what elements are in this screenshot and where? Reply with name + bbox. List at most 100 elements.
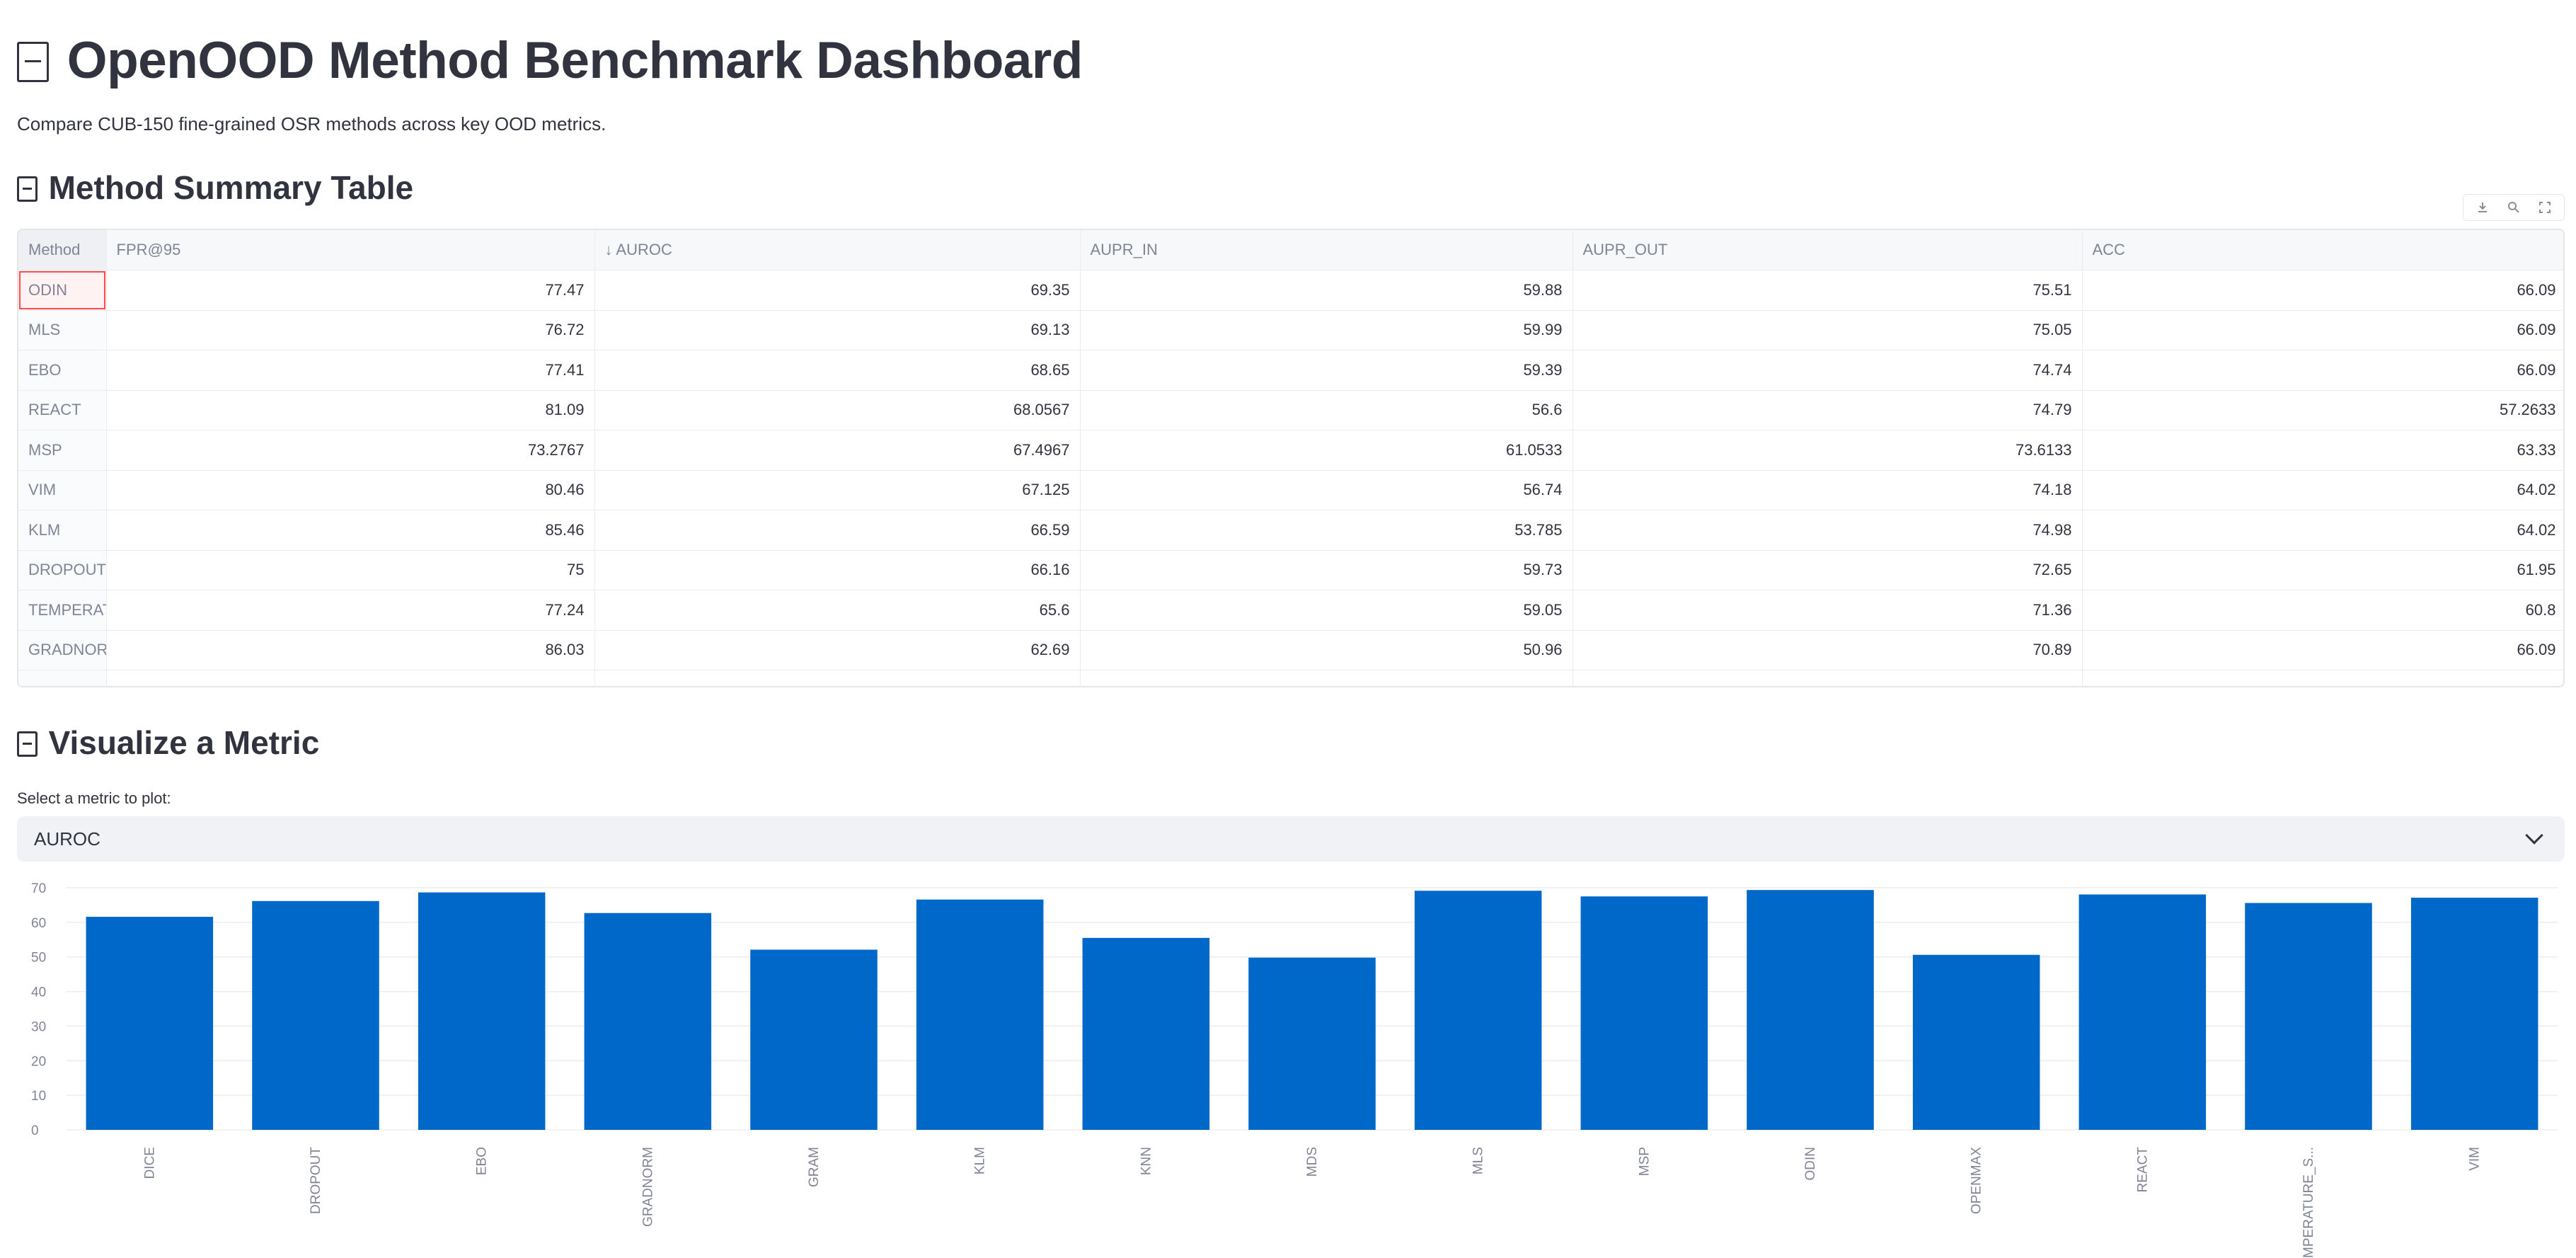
cell-method[interactable]: REACT xyxy=(18,390,107,430)
search-icon[interactable] xyxy=(2502,197,2526,218)
cell-aupr-in[interactable]: 59.99 xyxy=(1080,310,1573,350)
cell-method[interactable]: VIM xyxy=(18,470,107,510)
cell-fpr95[interactable]: 86.03 xyxy=(106,630,595,670)
cell-aupr-in[interactable]: 59.39 xyxy=(1080,350,1573,391)
cell-method[interactable]: DROPOUT xyxy=(18,550,107,590)
col-header-fpr95[interactable]: FPR@95 xyxy=(106,230,595,270)
bar xyxy=(2245,903,2372,1130)
cell-auroc[interactable]: 68.0567 xyxy=(594,390,1081,430)
cell-aupr-out[interactable]: 74.98 xyxy=(1572,510,2083,551)
y-tick-label: 20 xyxy=(31,1054,46,1069)
summary-table[interactable]: Method FPR@95 ↓ AUROC AUPR_IN AUPR_OUT A… xyxy=(17,229,2565,687)
cell-aupr-in[interactable]: 56.6 xyxy=(1080,390,1573,430)
col-header-aupr-in[interactable]: AUPR_IN xyxy=(1080,230,1573,270)
cell-acc[interactable]: 66.09 xyxy=(2082,310,2563,350)
cell-aupr-in[interactable]: 53.785 xyxy=(1080,510,1573,551)
cell-fpr95[interactable]: 75 xyxy=(106,550,595,590)
summary-heading: Method Summary Table xyxy=(17,168,413,207)
metric-select-value: AUROC xyxy=(34,828,100,850)
cell-aupr-out[interactable]: 70.89 xyxy=(1572,630,2083,670)
cell-acc[interactable]: 66.09 xyxy=(2082,350,2563,391)
cell-fpr95[interactable]: 77.47 xyxy=(106,270,595,311)
table-row[interactable]: KLM 85.46 66.59 53.785 74.98 64.02 xyxy=(18,510,2563,551)
cell-aupr-in[interactable]: 59.73 xyxy=(1080,550,1573,590)
cell-aupr-out[interactable]: 74.79 xyxy=(1572,390,2083,430)
cell-fpr95[interactable]: 77.41 xyxy=(106,350,595,391)
table-row[interactable]: TEMPERATU77.2465.659.0571.3660.8 xyxy=(18,590,2563,631)
table-row[interactable]: EBO 77.41 68.65 59.39 74.74 66.09 xyxy=(18,350,2563,391)
col-header-method[interactable]: Method xyxy=(18,230,107,270)
cell-method[interactable]: TEMPERATU xyxy=(18,590,107,631)
cell-acc[interactable]: 64.02 xyxy=(2082,470,2563,510)
cell-aupr-in[interactable]: 50.96 xyxy=(1080,630,1573,670)
col-header-auroc[interactable]: ↓ AUROC xyxy=(594,230,1081,270)
table-row[interactable]: MLS 76.72 69.13 59.99 75.05 66.09 xyxy=(18,310,2563,350)
cell-auroc[interactable]: 69.35 xyxy=(594,270,1081,311)
cell-acc[interactable]: 66.09 xyxy=(2082,630,2563,670)
cell-method[interactable]: GRADNORM xyxy=(18,630,107,670)
cell-aupr-out[interactable]: 72.65 xyxy=(1572,550,2083,590)
cell-method[interactable]: MLS xyxy=(18,310,107,350)
cell-auroc[interactable]: 67.125 xyxy=(594,470,1081,510)
cell-aupr-out[interactable]: 74.74 xyxy=(1572,350,2083,391)
cell-acc[interactable]: 60.8 xyxy=(2082,590,2563,631)
cell-aupr-out[interactable]: 75.51 xyxy=(1572,270,2083,311)
cell-method[interactable]: EBO xyxy=(18,350,107,391)
y-tick-label: 0 xyxy=(31,1123,39,1138)
cell-acc[interactable]: 61.95 xyxy=(2082,550,2563,590)
table-toolbar xyxy=(2463,194,2565,221)
col-header-aupr-out[interactable]: AUPR_OUT xyxy=(1572,230,2083,270)
cell-method[interactable]: ODIN xyxy=(18,270,107,311)
x-tick-label: MLS xyxy=(1471,1147,1486,1174)
bar xyxy=(252,900,379,1130)
dashboard-icon xyxy=(17,41,50,82)
cell-auroc[interactable]: 68.65 xyxy=(594,350,1081,391)
bar xyxy=(916,899,1044,1130)
cell-fpr95[interactable]: 85.46 xyxy=(106,510,595,551)
cell-acc[interactable]: 57.2633 xyxy=(2082,390,2563,430)
cell-fpr95[interactable]: 77.24 xyxy=(106,590,595,631)
cell-auroc[interactable]: 66.59 xyxy=(594,510,1081,551)
cell-aupr-in[interactable]: 59.05 xyxy=(1080,590,1573,631)
fullscreen-icon[interactable] xyxy=(2533,197,2557,218)
chart-icon xyxy=(17,731,38,757)
cell-aupr-out[interactable]: 73.6133 xyxy=(1572,430,2083,471)
y-tick-label: 70 xyxy=(31,881,46,896)
cell-auroc[interactable]: 62.69 xyxy=(594,630,1081,670)
cell-auroc[interactable]: 69.13 xyxy=(594,310,1081,350)
x-tick-label: EBO xyxy=(475,1147,490,1175)
cell-auroc[interactable]: 67.4967 xyxy=(594,430,1081,471)
cell-aupr-in[interactable]: 56.74 xyxy=(1080,470,1573,510)
cell-acc[interactable]: 63.33 xyxy=(2082,430,2563,471)
cell-acc[interactable]: 64.02 xyxy=(2082,510,2563,551)
download-icon[interactable] xyxy=(2471,197,2495,218)
col-header-acc[interactable]: ACC xyxy=(2082,230,2563,270)
cell-aupr-out[interactable]: 75.05 xyxy=(1572,310,2083,350)
cell-acc[interactable]: 66.09 xyxy=(2082,270,2563,311)
table-row[interactable]: DROPOUT 75 66.16 59.73 72.65 61.95 xyxy=(18,550,2563,590)
cell-auroc[interactable]: 65.6 xyxy=(594,590,1081,631)
cell-method[interactable]: MSP xyxy=(18,430,107,471)
cell-aupr-in[interactable]: 61.0533 xyxy=(1080,430,1573,471)
cell-auroc[interactable]: 66.16 xyxy=(594,550,1081,590)
x-tick-label: KLM xyxy=(973,1147,988,1174)
cell-fpr95[interactable]: 81.09 xyxy=(106,390,595,430)
cell-aupr-in[interactable]: 59.88 xyxy=(1080,270,1573,311)
table-row[interactable]: MSP 73.2767 67.4967 61.0533 73.6133 63.33 xyxy=(18,430,2563,471)
cell-fpr95[interactable]: 73.2767 xyxy=(106,430,595,471)
bar-chart-svg: 0 10 20 30 40 50 60 70 DICE DROPOUT EBO GRADNORM GRA… xyxy=(31,881,2558,1258)
table-row[interactable]: REACT 81.09 68.0567 56.6 74.79 57.2633 xyxy=(18,390,2563,430)
cell-empty xyxy=(2082,670,2563,686)
cell-method[interactable]: KLM xyxy=(18,510,107,551)
table-icon xyxy=(17,176,38,202)
table-row[interactable]: ODIN 77.47 69.35 59.88 75.51 66.09 xyxy=(18,270,2563,311)
table-row[interactable]: GRADNORM86.0362.6950.9670.8966.09 xyxy=(18,630,2563,670)
cell-aupr-out[interactable]: 74.18 xyxy=(1572,470,2083,510)
bar xyxy=(86,917,214,1130)
cell-fpr95[interactable]: 76.72 xyxy=(106,310,595,350)
metric-select[interactable]: AUROC xyxy=(17,816,2565,862)
cell-aupr-out[interactable]: 71.36 xyxy=(1572,590,2083,631)
table-row[interactable]: VIM 80.46 67.125 56.74 74.18 64.02 xyxy=(18,470,2563,510)
bar xyxy=(1414,891,1542,1130)
cell-fpr95[interactable]: 80.46 xyxy=(106,470,595,510)
